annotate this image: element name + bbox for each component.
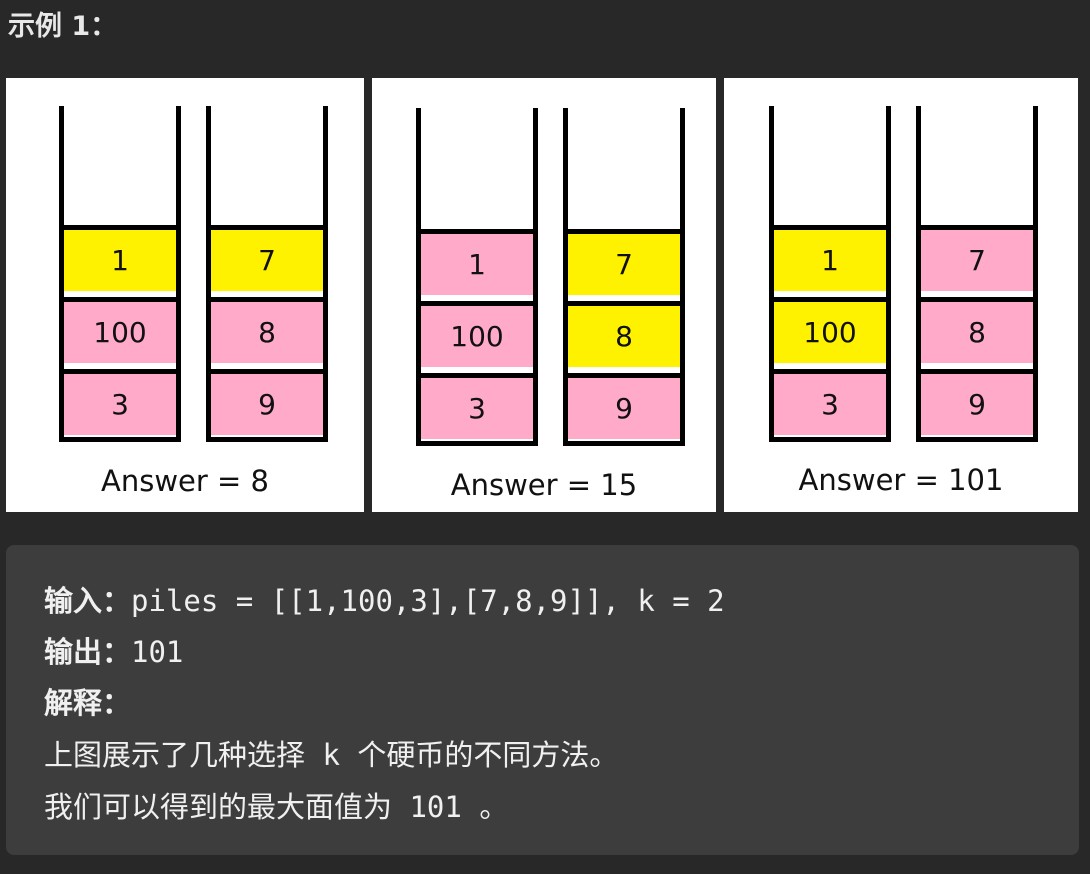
example-panel-3: 1 100 3 7 8 9 Answer = 101 xyxy=(724,78,1078,512)
explain-line-2: 我们可以得到的最大面值为 101 。 xyxy=(44,784,508,826)
pile-1: 1 100 3 xyxy=(59,106,181,442)
explain-heading: 解释： xyxy=(44,680,131,722)
example-panel-1: 1 100 3 7 8 9 Answer = 8 xyxy=(6,78,364,512)
explain-text: 我们可以得到的最大面值为 xyxy=(44,790,393,824)
pile-1: 1 100 3 xyxy=(769,106,891,442)
coin: 1 xyxy=(64,225,176,291)
pile-2: 7 8 9 xyxy=(206,106,328,442)
coin: 100 xyxy=(774,297,886,363)
example-panel-2: 1 100 3 7 8 9 Answer = 15 xyxy=(372,78,716,512)
coin: 9 xyxy=(568,373,680,439)
explain-code-k: k xyxy=(305,738,358,772)
coin: 8 xyxy=(568,301,680,367)
explain-text: 。 xyxy=(479,790,509,824)
coin: 7 xyxy=(568,229,680,295)
coin: 7 xyxy=(211,225,323,291)
input-label: 输入： xyxy=(44,584,132,618)
pile-2: 7 8 9 xyxy=(563,108,685,446)
input-value: piles = [[1,100,3],[7,8,9]], k = 2 xyxy=(131,584,725,618)
coin: 1 xyxy=(774,225,886,291)
coin: 7 xyxy=(921,225,1033,291)
coin: 100 xyxy=(421,301,533,367)
example-heading: 示例 1： xyxy=(8,11,118,42)
coin: 3 xyxy=(774,369,886,435)
answer-label: Answer = 8 xyxy=(101,464,269,498)
answer-label: Answer = 101 xyxy=(798,463,1004,497)
output-label: 输出： xyxy=(44,635,132,669)
explain-text: 上图展示了几种选择 xyxy=(44,738,306,772)
explain-line-1: 上图展示了几种选择 k 个硬币的不同方法。 xyxy=(44,732,618,774)
coin: 9 xyxy=(211,369,323,435)
answer-label: Answer = 15 xyxy=(450,468,638,502)
example-code-block: 输入：piles = [[1,100,3],[7,8,9]], k = 2 输出… xyxy=(6,545,1079,855)
pile-1: 1 100 3 xyxy=(416,108,538,446)
coin: 8 xyxy=(211,297,323,363)
explain-code-101: 101 xyxy=(392,790,480,824)
pile-2: 7 8 9 xyxy=(916,106,1038,442)
coin: 1 xyxy=(421,229,533,295)
coin: 9 xyxy=(921,369,1033,435)
coin: 3 xyxy=(421,373,533,439)
explain-label: 解释： xyxy=(44,686,132,720)
coin: 3 xyxy=(64,369,176,435)
explain-text: 个硬币的不同方法。 xyxy=(357,738,619,772)
input-line: 输入：piles = [[1,100,3],[7,8,9]], k = 2 xyxy=(44,578,725,620)
coin: 100 xyxy=(64,297,176,363)
coin: 8 xyxy=(921,297,1033,363)
output-line: 输出：101 xyxy=(44,629,183,671)
output-value: 101 xyxy=(131,635,184,669)
